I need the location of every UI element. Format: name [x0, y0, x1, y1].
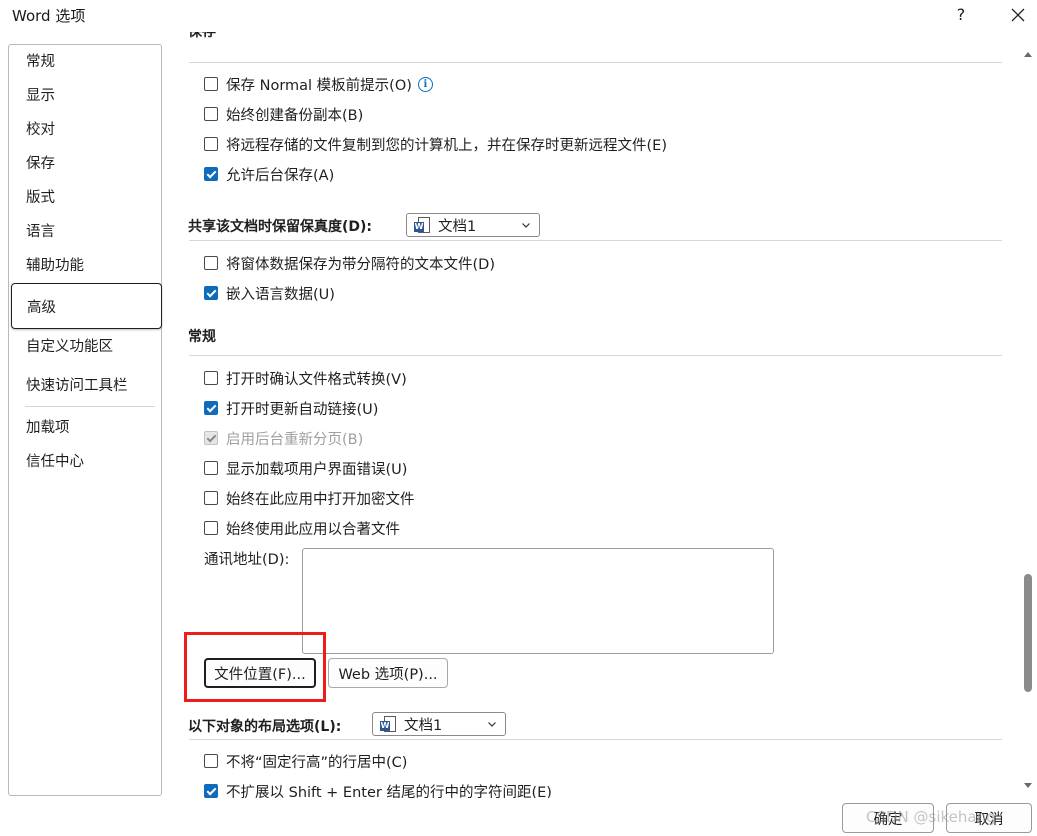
checkbox-checked[interactable] — [204, 784, 218, 798]
option-embed-language-data[interactable]: 嵌入语言数据(U) — [204, 283, 335, 303]
checkbox[interactable] — [204, 107, 218, 121]
close-button[interactable] — [1004, 2, 1032, 28]
option-update-links-on-open[interactable]: 打开时更新自动链接(U) — [204, 398, 378, 418]
section-divider — [189, 355, 1002, 356]
mailing-address-label: 通讯地址(D): — [204, 552, 290, 568]
sidebar-item-quick-access-toolbar[interactable]: 快速访问工具栏 — [26, 376, 128, 396]
option-save-form-data[interactable]: 将窗体数据保存为带分隔符的文本文件(D) — [204, 253, 495, 273]
close-icon — [1011, 8, 1025, 22]
checkbox[interactable] — [204, 491, 218, 505]
section-heading-fidelity: 共享该文档时保留保真度(D): — [188, 219, 373, 235]
option-open-encrypted-files[interactable]: 始终在此应用中打开加密文件 — [204, 488, 415, 508]
sidebar-item-display[interactable]: 显示 — [26, 86, 55, 106]
sidebar-item-accessibility[interactable]: 辅助功能 — [26, 256, 84, 276]
option-background-save[interactable]: 允许后台保存(A) — [204, 164, 334, 184]
section-divider — [189, 240, 1002, 241]
options-content: 保存 保存 Normal 模板前提示(O) i 始终创建备份副本(B) 将远程存… — [164, 32, 1022, 798]
sidebar-item-trust-center[interactable]: 信任中心 — [26, 452, 84, 472]
sidebar-item-proofing[interactable]: 校对 — [26, 120, 55, 140]
checkbox[interactable] — [204, 77, 218, 91]
sidebar-item-advanced[interactable]: 高级 — [11, 283, 162, 329]
word-document-icon: W — [380, 715, 398, 733]
checkbox[interactable] — [204, 521, 218, 535]
section-heading-layout: 以下对象的布局选项(L): — [188, 719, 342, 735]
ok-button[interactable]: 确定 — [842, 803, 934, 833]
checkbox-checked[interactable] — [204, 167, 218, 181]
word-document-icon: W — [414, 216, 432, 234]
section-divider — [189, 739, 1002, 740]
checkbox-checked[interactable] — [204, 286, 218, 300]
section-heading-save: 保存 — [188, 32, 216, 40]
option-prompt-save-normal[interactable]: 保存 Normal 模板前提示(O) i — [204, 74, 433, 94]
sidebar-item-customize-ribbon[interactable]: 自定义功能区 — [26, 337, 113, 357]
section-heading-general: 常规 — [188, 329, 216, 345]
option-always-backup[interactable]: 始终创建备份副本(B) — [204, 104, 363, 124]
checkbox-disabled-checked — [204, 431, 218, 445]
sidebar-item-language[interactable]: 语言 — [26, 222, 55, 242]
checkbox-checked[interactable] — [204, 401, 218, 415]
fidelity-document-combo[interactable]: W 文档1 — [406, 213, 540, 237]
vertical-scrollbar[interactable] — [1022, 44, 1034, 796]
scroll-up-arrow-icon[interactable] — [1023, 50, 1033, 60]
mailing-address-input[interactable] — [302, 548, 774, 654]
checkbox[interactable] — [204, 754, 218, 768]
file-locations-button[interactable]: 文件位置(F)... — [204, 658, 316, 688]
checkbox[interactable] — [204, 371, 218, 385]
chevron-down-icon — [488, 722, 496, 727]
checkbox[interactable] — [204, 256, 218, 270]
sidebar-item-save[interactable]: 保存 — [26, 154, 55, 174]
cancel-button[interactable]: 取消 — [946, 803, 1032, 833]
web-options-button[interactable]: Web 选项(P)... — [328, 658, 448, 688]
option-copy-remote-files[interactable]: 将远程存储的文件复制到您的计算机上，并在保存时更新远程文件(E) — [204, 134, 667, 154]
option-background-repagination: 启用后台重新分页(B) — [204, 428, 363, 448]
option-no-expand-shift-enter[interactable]: 不扩展以 Shift + Enter 结尾的行中的字符间距(E) — [204, 781, 552, 798]
option-confirm-format-conversion[interactable]: 打开时确认文件格式转换(V) — [204, 368, 407, 388]
info-icon[interactable]: i — [417, 76, 433, 92]
window-title: Word 选项 — [12, 7, 86, 25]
sidebar-item-add-ins[interactable]: 加载项 — [26, 418, 70, 438]
option-no-center-exact-line-height[interactable]: 不将“固定行高”的行居中(C) — [204, 751, 407, 771]
checkbox[interactable] — [204, 137, 218, 151]
option-coauthor-files[interactable]: 始终使用此应用以合著文件 — [204, 518, 400, 538]
scroll-down-arrow-icon[interactable] — [1023, 780, 1033, 790]
section-divider — [189, 62, 1002, 63]
help-button[interactable]: ? — [950, 3, 972, 27]
scroll-thumb[interactable] — [1024, 574, 1032, 692]
sidebar-item-typography[interactable]: 版式 — [26, 188, 55, 208]
checkbox[interactable] — [204, 461, 218, 475]
sidebar-item-advanced-label: 高级 — [27, 300, 56, 316]
layout-document-combo[interactable]: W 文档1 — [372, 712, 506, 736]
sidebar-item-general[interactable]: 常规 — [26, 52, 55, 72]
option-show-addin-ui-errors[interactable]: 显示加载项用户界面错误(U) — [204, 458, 407, 478]
sidebar: 常规 显示 校对 保存 版式 语言 辅助功能 高级 自定义功能区 快速访问工具栏… — [8, 44, 162, 796]
chevron-down-icon — [522, 223, 530, 228]
sidebar-divider — [25, 406, 155, 407]
